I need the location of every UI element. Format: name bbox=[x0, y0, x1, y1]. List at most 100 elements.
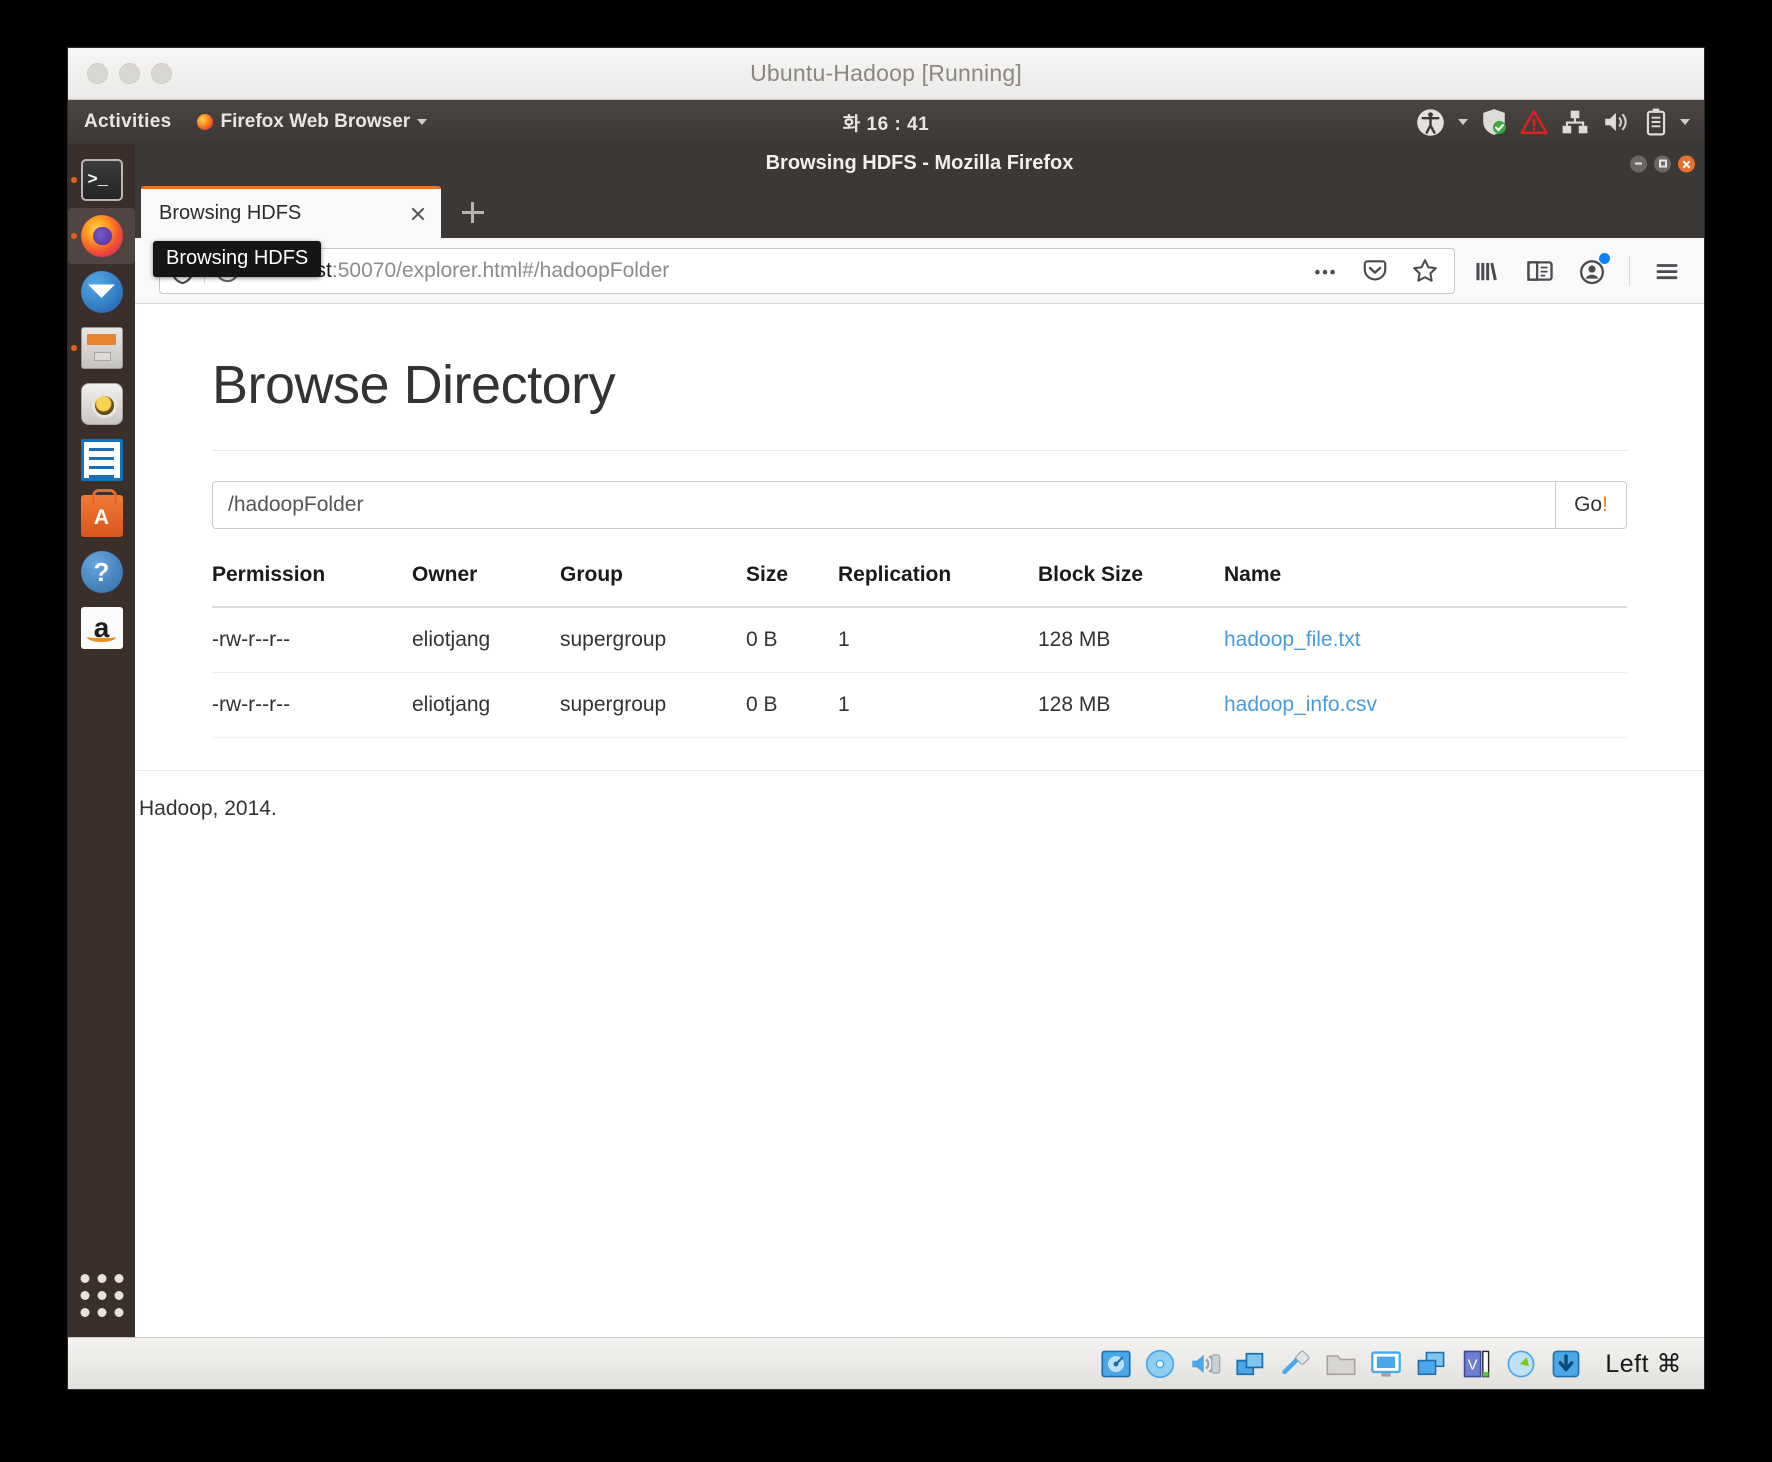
maximize-button[interactable] bbox=[1654, 155, 1671, 172]
dock-item-terminal[interactable]: >_ bbox=[68, 152, 135, 208]
toolbar-divider bbox=[1629, 255, 1630, 286]
table-header: Permission Owner Group Size Replication … bbox=[212, 563, 1627, 608]
cell-owner: eliotjang bbox=[412, 607, 560, 673]
dock-item-ubuntu-software[interactable] bbox=[68, 488, 135, 544]
dock-item-thunderbird[interactable] bbox=[68, 264, 135, 320]
title-divider bbox=[212, 450, 1627, 451]
page-container: Browse Directory Go! Permission Owner Gr… bbox=[135, 304, 1704, 738]
table-row[interactable]: -rw-r--r-- eliotjang supergroup 0 B 1 12… bbox=[212, 672, 1627, 738]
cell-block-size: 128 MB bbox=[1038, 672, 1224, 738]
running-indicator bbox=[71, 345, 77, 351]
guest-desktop: >_ ? bbox=[68, 144, 1704, 1337]
cell-permission: -rw-r--r-- bbox=[212, 672, 412, 738]
usb-icon[interactable] bbox=[1280, 1349, 1312, 1379]
cell-group: supergroup bbox=[560, 607, 746, 673]
firefox-window-controls[interactable] bbox=[1630, 155, 1695, 172]
grid-dot-icon bbox=[80, 1308, 89, 1317]
virtualbox-window-title: Ubuntu-Hadoop [Running] bbox=[750, 60, 1022, 86]
account-icon[interactable] bbox=[1569, 248, 1615, 294]
gnome-clock[interactable]: 화 16 : 41 bbox=[68, 109, 1704, 136]
dock-item-amazon[interactable]: a bbox=[68, 600, 135, 656]
go-button[interactable]: Go! bbox=[1555, 481, 1627, 529]
library-icon[interactable] bbox=[1465, 248, 1511, 294]
running-indicator bbox=[71, 233, 77, 239]
hard-disk-icon[interactable] bbox=[1100, 1349, 1132, 1379]
rhythmbox-icon bbox=[80, 383, 123, 425]
optical-disk-icon[interactable] bbox=[1145, 1349, 1177, 1379]
tab-tooltip: Browsing HDFS bbox=[153, 241, 322, 277]
page-title: Browse Directory bbox=[212, 355, 616, 415]
urlbar-actions bbox=[1302, 248, 1448, 294]
directory-path-input[interactable] bbox=[212, 481, 1555, 529]
url-path: :50070/explorer.html#/hadoopFolder bbox=[331, 258, 670, 282]
column-header-block-size: Block Size bbox=[1038, 563, 1224, 608]
new-tab-button[interactable] bbox=[447, 186, 499, 238]
grid-dot-icon bbox=[114, 1308, 123, 1317]
cell-replication: 1 bbox=[838, 672, 1038, 738]
minimize-button[interactable] bbox=[1630, 155, 1647, 172]
file-link-hadoop-info-csv[interactable]: hadoop_info.csv bbox=[1224, 693, 1377, 716]
virtualbox-titlebar: Ubuntu-Hadoop [Running] bbox=[68, 48, 1704, 100]
network-icon[interactable] bbox=[1235, 1349, 1267, 1379]
audio-icon[interactable] bbox=[1190, 1349, 1222, 1379]
page-footer: Hadoop, 2014. bbox=[139, 797, 277, 820]
close-icon[interactable] bbox=[405, 201, 431, 227]
sidebar-icon[interactable] bbox=[1517, 248, 1563, 294]
go-button-label: Go bbox=[1574, 493, 1603, 516]
page-content: Browse Directory Go! Permission Owner Gr… bbox=[135, 304, 1704, 1337]
column-header-group: Group bbox=[560, 563, 746, 608]
tab-browsing-hdfs[interactable]: Browsing HDFS bbox=[141, 186, 441, 238]
cell-name: hadoop_info.csv bbox=[1224, 672, 1627, 738]
cell-owner: eliotjang bbox=[412, 672, 560, 738]
shared-folders-icon[interactable] bbox=[1325, 1349, 1357, 1379]
column-header-owner: Owner bbox=[412, 563, 560, 608]
cell-size: 0 B bbox=[746, 607, 838, 673]
column-header-name: Name bbox=[1224, 563, 1627, 608]
dock-item-libreoffice-writer[interactable] bbox=[68, 432, 135, 488]
dock-item-rhythmbox[interactable] bbox=[68, 376, 135, 432]
virtualbox-window: Ubuntu-Hadoop [Running] Activities Firef… bbox=[68, 48, 1704, 1389]
ubuntu-software-icon bbox=[80, 489, 123, 537]
go-button-bang: ! bbox=[1602, 493, 1608, 516]
cell-group: supergroup bbox=[560, 672, 746, 738]
firefox-tab-strip: Browsing HDFS Browsing HDFS bbox=[135, 183, 1704, 277]
cell-replication: 1 bbox=[838, 607, 1038, 673]
firefox-window: Browsing HDFS - Mozilla Firefox Browsing… bbox=[135, 144, 1704, 1337]
amazon-icon: a bbox=[80, 607, 123, 649]
dock-item-files[interactable] bbox=[68, 320, 135, 376]
mouse-integration-icon[interactable] bbox=[1505, 1349, 1537, 1379]
file-link-hadoop-file-txt[interactable]: hadoop_file.txt bbox=[1224, 628, 1361, 651]
pocket-icon[interactable] bbox=[1352, 248, 1398, 294]
grid-dot-icon bbox=[97, 1274, 106, 1283]
firefox-toolbar-right bbox=[1465, 248, 1690, 294]
column-header-permission: Permission bbox=[212, 563, 412, 608]
table-header-row: Permission Owner Group Size Replication … bbox=[212, 563, 1627, 608]
show-applications-button[interactable] bbox=[80, 1274, 123, 1317]
dock-item-firefox[interactable] bbox=[68, 208, 135, 264]
grid-dot-icon bbox=[97, 1308, 106, 1317]
ellipsis-icon[interactable] bbox=[1302, 248, 1348, 294]
gnome-top-bar: Activities Firefox Web Browser 화 16 : 41 bbox=[68, 100, 1704, 144]
virtualbox-status-bar: V Left ⌘ bbox=[68, 1337, 1704, 1389]
account-notification-dot bbox=[1599, 252, 1610, 264]
libreoffice-writer-icon bbox=[80, 439, 123, 481]
virtualization-icon[interactable]: V bbox=[1460, 1349, 1492, 1379]
tab-label: Browsing HDFS bbox=[159, 202, 302, 224]
directory-listing-table: Permission Owner Group Size Replication … bbox=[212, 563, 1627, 738]
running-indicator bbox=[71, 177, 77, 183]
cell-name: hadoop_file.txt bbox=[1224, 607, 1627, 673]
table-row[interactable]: -rw-r--r-- eliotjang supergroup 0 B 1 12… bbox=[212, 607, 1627, 673]
grid-dot-icon bbox=[114, 1291, 123, 1300]
host-key-indicator-icon[interactable] bbox=[1550, 1349, 1582, 1379]
bookmark-star-icon[interactable] bbox=[1402, 248, 1448, 294]
grid-dot-icon bbox=[114, 1274, 123, 1283]
firefox-window-title: Browsing HDFS - Mozilla Firefox bbox=[765, 152, 1074, 174]
column-header-size: Size bbox=[746, 563, 838, 608]
hamburger-menu-icon[interactable] bbox=[1644, 248, 1690, 294]
close-button[interactable] bbox=[1678, 155, 1695, 172]
url-bar[interactable]: localhost:50070/explorer.html#/hadoopFol… bbox=[159, 247, 1455, 294]
display-icon[interactable] bbox=[1370, 1349, 1402, 1379]
host-key-label: Left ⌘ bbox=[1605, 1349, 1682, 1378]
remote-desktop-icon[interactable] bbox=[1415, 1349, 1447, 1379]
dock-item-help[interactable]: ? bbox=[68, 544, 135, 600]
